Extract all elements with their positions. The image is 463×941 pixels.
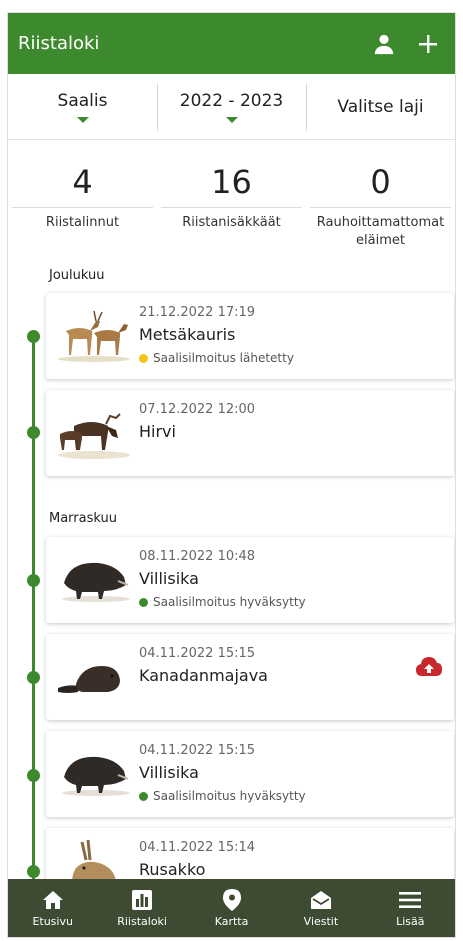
tab-lisaa[interactable]: Lisää — [366, 879, 455, 937]
page-title: Riistaloki — [18, 33, 100, 54]
species-filter-label: Valitse laji — [337, 96, 424, 117]
filter-bar: Saalis 2022 - 2023 Valitse laji — [8, 74, 455, 140]
stat-label: Rauhoittamattomat eläimet — [316, 215, 445, 248]
beaver-image — [58, 666, 120, 693]
wild-boar-image — [62, 562, 130, 602]
chevron-down-icon — [225, 116, 238, 123]
month-header: Marraskuu — [49, 511, 117, 526]
app-screen: Riistaloki Saalis 2022 - 2023 Valitse la… — [7, 12, 456, 938]
stats-summary: 4 Riistalinnut 16 Riistanisäkkäät 0 Rauh… — [8, 163, 455, 250]
entry-datetime: 04.11.2022 15:14 — [139, 840, 256, 855]
mail-icon — [309, 888, 333, 912]
month-header: Joulukuu — [49, 268, 105, 283]
entry-species: Kanadanmajava — [139, 666, 268, 685]
tab-label: Etusivu — [32, 915, 73, 928]
map-pin-icon — [220, 888, 244, 912]
entry-datetime: 04.11.2022 15:15 — [139, 743, 256, 758]
cloud-upload-icon[interactable] — [416, 656, 442, 678]
chevron-down-icon — [76, 116, 89, 123]
season-filter-label: 2022 - 2023 — [179, 90, 284, 111]
stat-value: 0 — [310, 163, 451, 208]
stat-label: Riistanisäkkäät — [182, 215, 281, 230]
tab-kartta[interactable]: Kartta — [187, 879, 276, 937]
entry-species: Hirvi — [139, 422, 176, 441]
entry-datetime: 21.12.2022 17:19 — [139, 305, 256, 320]
log-entry[interactable]: 04.11.2022 15:15 Villisika Saalisilmoitu… — [46, 731, 454, 817]
timeline-dot — [27, 769, 40, 782]
moose-image — [58, 413, 130, 459]
entry-species: Villisika — [139, 569, 199, 588]
log-entry[interactable]: 07.12.2022 12:00 Hirvi — [46, 390, 454, 476]
stat-mammals[interactable]: 16 Riistanisäkkäät — [157, 163, 306, 250]
type-filter-label: Saalis — [57, 90, 108, 111]
entry-status-text: Saalisilmoitus hyväksytty — [153, 595, 306, 609]
entry-datetime: 04.11.2022 15:15 — [139, 646, 256, 661]
bar-chart-icon — [130, 888, 154, 912]
entry-status: Saalisilmoitus hyväksytty — [139, 789, 306, 803]
stat-label: Riistalinnut — [45, 215, 120, 230]
tab-viestit[interactable]: Viestit — [276, 879, 365, 937]
entry-status: Saalisilmoitus lähetetty — [139, 351, 294, 365]
tab-label: Lisää — [396, 915, 425, 928]
entry-species: Villisika — [139, 763, 199, 782]
home-icon — [41, 888, 65, 912]
tab-riistaloki[interactable]: Riistaloki — [97, 879, 186, 937]
entry-status: Saalisilmoitus hyväksytty — [139, 595, 306, 609]
stat-birds[interactable]: 4 Riistalinnut — [8, 163, 157, 250]
species-filter[interactable]: Valitse laji — [306, 74, 455, 139]
entry-species: Metsäkauris — [139, 325, 236, 344]
status-approved-icon — [139, 791, 148, 801]
status-approved-icon — [139, 597, 148, 607]
timeline-dot — [27, 865, 40, 878]
type-filter[interactable]: Saalis — [8, 74, 157, 139]
bottom-tab-bar: Etusivu Riistaloki Kartta Viestit Lisää — [8, 879, 455, 937]
stat-value: 16 — [161, 163, 302, 208]
log-entry[interactable]: 21.12.2022 17:19 Metsäkauris Saalisilmoi… — [46, 293, 454, 379]
status-pending-icon — [139, 353, 148, 363]
timeline-dot — [27, 671, 40, 684]
user-icon[interactable] — [369, 29, 399, 59]
timeline-dot — [27, 330, 40, 343]
entry-datetime: 08.11.2022 10:48 — [139, 549, 256, 564]
tab-label: Riistaloki — [117, 915, 167, 928]
tab-etusivu[interactable]: Etusivu — [8, 879, 97, 937]
entry-status-text: Saalisilmoitus hyväksytty — [153, 789, 306, 803]
log-entry[interactable]: 04.11.2022 15:15 Kanadanmajava — [46, 634, 454, 720]
timeline-dot — [27, 426, 40, 439]
roe-deer-image — [58, 310, 130, 362]
app-header: Riistaloki — [8, 13, 455, 74]
stat-value: 4 — [12, 163, 153, 208]
entry-status-text: Saalisilmoitus lähetetty — [153, 351, 294, 365]
entry-species: Rusakko — [139, 860, 206, 879]
stat-unprotected[interactable]: 0 Rauhoittamattomat eläimet — [306, 163, 455, 250]
log-entry[interactable]: 08.11.2022 10:48 Villisika Saalisilmoitu… — [46, 537, 454, 623]
add-icon[interactable] — [413, 29, 443, 59]
season-filter[interactable]: 2022 - 2023 — [157, 74, 306, 139]
wild-boar-image — [62, 756, 130, 796]
timeline-dot — [27, 574, 40, 587]
tab-label: Kartta — [214, 915, 249, 928]
timeline-line — [32, 333, 35, 893]
tab-label: Viestit — [303, 915, 339, 928]
menu-icon — [398, 888, 422, 912]
entry-datetime: 07.12.2022 12:00 — [139, 402, 256, 417]
